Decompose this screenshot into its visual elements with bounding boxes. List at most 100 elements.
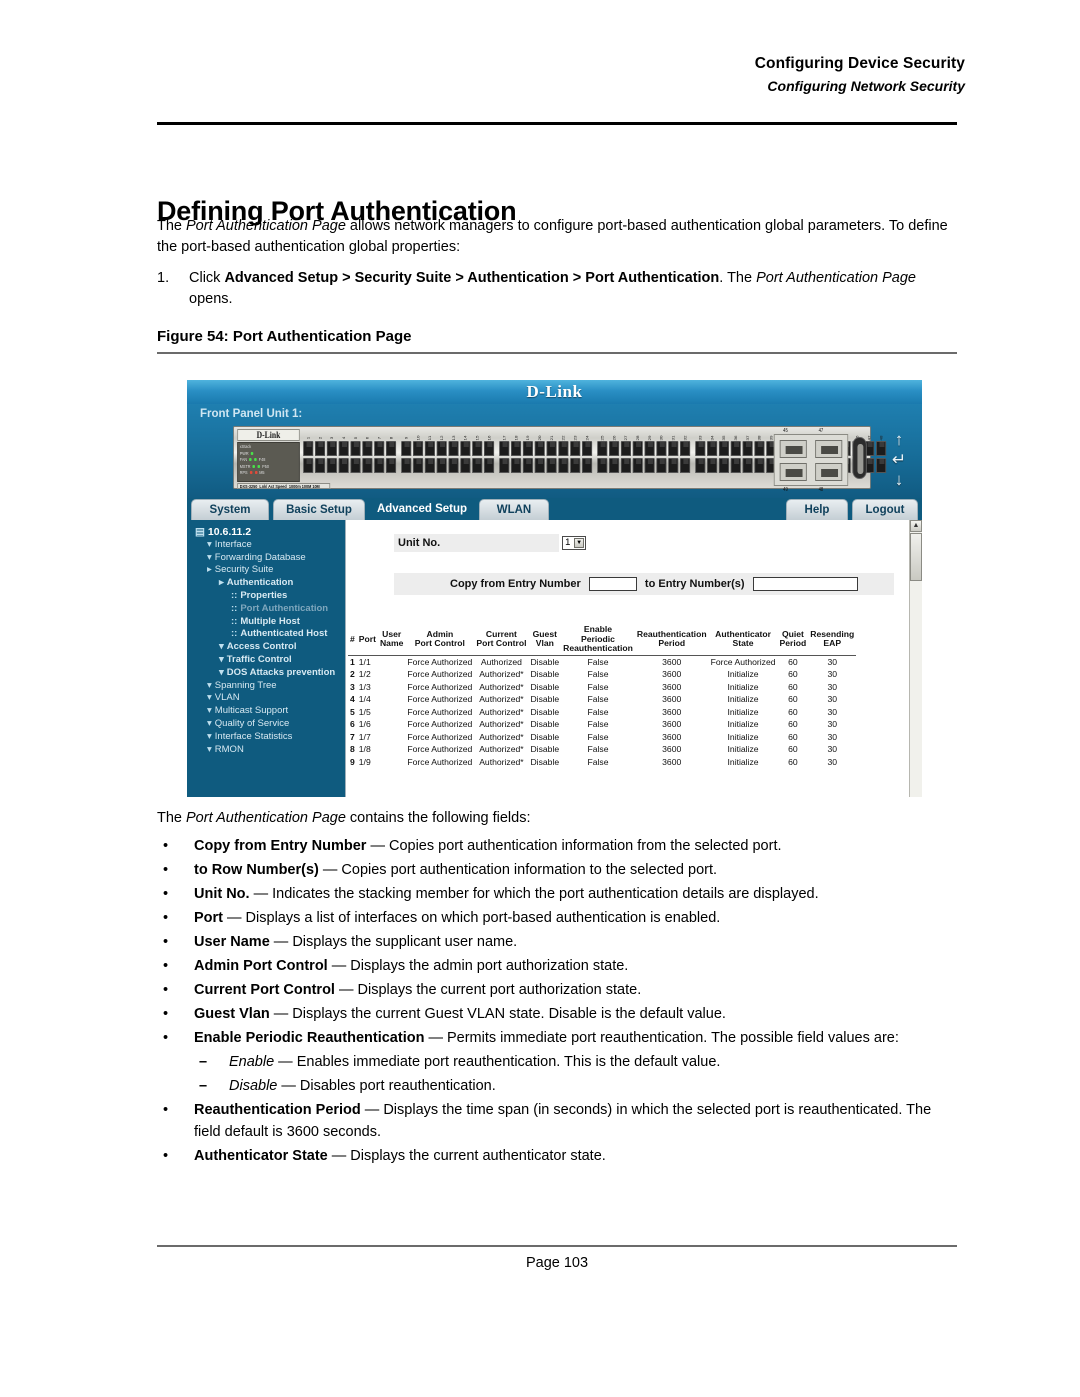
rj45-jack-upper[interactable] bbox=[522, 441, 533, 456]
rj45-port-3[interactable]: 3 bbox=[326, 435, 338, 473]
rj45-jack-upper[interactable] bbox=[707, 441, 718, 456]
tree-item-authenticated-host[interactable]: :: Authenticated Host bbox=[193, 628, 345, 641]
rj45-jack-lower[interactable] bbox=[546, 458, 557, 473]
rj45-jack-upper[interactable] bbox=[620, 441, 631, 456]
navigation-tree[interactable]: ▤ 10.6.11.2 ▾ Interface ▾ Forwarding Database… bbox=[187, 520, 345, 797]
rj45-jack-upper[interactable] bbox=[412, 441, 424, 456]
rj45-jack-lower[interactable] bbox=[581, 458, 593, 473]
rj45-port-2[interactable]: 2 bbox=[314, 435, 326, 473]
rj45-jack-lower[interactable] bbox=[424, 458, 435, 473]
tree-item-spanning-tree[interactable]: ▾ Spanning Tree bbox=[193, 680, 345, 693]
rj45-jack-upper[interactable] bbox=[460, 441, 471, 456]
rj45-port-23[interactable]: 23 bbox=[570, 435, 581, 473]
tree-item-interface-statistics[interactable]: ▾ Interface Statistics bbox=[193, 731, 345, 744]
tab-help[interactable]: Help bbox=[786, 499, 848, 520]
rj45-jack-upper[interactable] bbox=[581, 441, 593, 456]
rj45-port-20[interactable]: 20 bbox=[534, 435, 546, 473]
rj45-jack-upper[interactable] bbox=[472, 441, 483, 456]
rj45-jack-lower[interactable] bbox=[644, 458, 655, 473]
rj45-jack-lower[interactable] bbox=[362, 458, 373, 473]
rj45-jack-upper[interactable] bbox=[668, 441, 679, 456]
rj45-jack-lower[interactable] bbox=[338, 458, 349, 473]
rj45-jack-lower[interactable] bbox=[718, 458, 730, 473]
rj45-jack-upper[interactable] bbox=[597, 441, 608, 456]
tree-item-quality-of-service[interactable]: ▾ Quality of Service bbox=[193, 718, 345, 731]
table-row[interactable]: 5 1/5 Force Authorized Authorized* Disable Fa… bbox=[348, 706, 856, 719]
content-scrollbar[interactable]: ▲ bbox=[909, 520, 922, 797]
rj45-jack-lower[interactable] bbox=[570, 458, 581, 473]
rj45-port-21[interactable]: 21 bbox=[546, 435, 557, 473]
rj45-jack-lower[interactable] bbox=[448, 458, 459, 473]
tab-logout[interactable]: Logout bbox=[852, 499, 918, 520]
rj45-jack-lower[interactable] bbox=[460, 458, 471, 473]
rj45-jack-upper[interactable] bbox=[754, 441, 765, 456]
rj45-port-1[interactable]: 1 bbox=[303, 435, 314, 473]
rj45-jack-upper[interactable] bbox=[695, 441, 706, 456]
rj45-jack-upper[interactable] bbox=[730, 441, 741, 456]
rj45-port-6[interactable]: 6 bbox=[362, 435, 373, 473]
rj45-jack-upper[interactable] bbox=[742, 441, 753, 456]
rj45-jack-lower[interactable] bbox=[401, 458, 412, 473]
rj45-jack-upper[interactable] bbox=[338, 441, 349, 456]
rj45-jack-lower[interactable] bbox=[314, 458, 326, 473]
to-entry-input[interactable] bbox=[752, 577, 858, 591]
rj45-port-17[interactable]: 17 bbox=[499, 435, 510, 473]
sfp-port-48[interactable] bbox=[815, 463, 843, 481]
rj45-jack-upper[interactable] bbox=[876, 441, 887, 456]
rj45-jack-upper[interactable] bbox=[656, 441, 667, 456]
table-row[interactable]: 8 1/8 Force Authorized Authorized* Disable Fa… bbox=[348, 743, 856, 756]
table-row[interactable]: 9 1/9 Force Authorized Authorized* Disable Fa… bbox=[348, 756, 856, 769]
rj45-port-22[interactable]: 22 bbox=[558, 435, 569, 473]
rj45-port-4[interactable]: 4 bbox=[338, 435, 350, 473]
rj45-jack-upper[interactable] bbox=[362, 441, 373, 456]
rj45-port-29[interactable]: 29 bbox=[644, 435, 656, 473]
rj45-jack-upper[interactable] bbox=[718, 441, 730, 456]
rj45-jack-upper[interactable] bbox=[499, 441, 510, 456]
rj45-jack-lower[interactable] bbox=[534, 458, 545, 473]
rj45-port-16[interactable]: 16 bbox=[483, 435, 495, 473]
rj45-jack-upper[interactable] bbox=[534, 441, 545, 456]
rj45-jack-lower[interactable] bbox=[350, 458, 361, 473]
rj45-jack-upper[interactable] bbox=[374, 441, 385, 456]
rj45-port-11[interactable]: 11 bbox=[424, 435, 436, 473]
sfp-port-49[interactable] bbox=[779, 463, 807, 481]
tree-item-multiple-host[interactable]: :: Multiple Host bbox=[193, 616, 345, 629]
rj45-port-38[interactable]: 38 bbox=[754, 435, 765, 473]
rj45-port-31[interactable]: 31 bbox=[668, 435, 679, 473]
chevron-down-icon[interactable]: ▼ bbox=[574, 538, 585, 549]
rj45-jack-upper[interactable] bbox=[546, 441, 557, 456]
panel-control-arrows[interactable]: ↑ ↵ ↓ bbox=[886, 430, 912, 490]
tree-item-vlan[interactable]: ▾ VLAN bbox=[193, 692, 345, 705]
rj45-jack-lower[interactable] bbox=[742, 458, 753, 473]
rj45-port-12[interactable]: 12 bbox=[436, 435, 448, 473]
rj45-port-15[interactable]: 15 bbox=[472, 435, 483, 473]
unit-no-select[interactable]: 1 ▼ bbox=[562, 536, 587, 551]
table-row[interactable]: 7 1/7 Force Authorized Authorized* Disable Fa… bbox=[348, 731, 856, 744]
rj45-jack-lower[interactable] bbox=[668, 458, 679, 473]
rj45-jack-lower[interactable] bbox=[695, 458, 706, 473]
rj45-jack-lower[interactable] bbox=[385, 458, 397, 473]
rj45-port-36[interactable]: 36 bbox=[730, 435, 742, 473]
scrollbar-thumb[interactable] bbox=[910, 533, 922, 581]
rj45-jack-lower[interactable] bbox=[730, 458, 741, 473]
rj45-jack-upper[interactable] bbox=[314, 441, 326, 456]
rj45-port-30[interactable]: 30 bbox=[656, 435, 667, 473]
down-arrow-icon[interactable]: ↓ bbox=[886, 470, 912, 490]
rj45-jack-lower[interactable] bbox=[609, 458, 620, 473]
rj45-jack-upper[interactable] bbox=[680, 441, 691, 456]
tree-item-rmon[interactable]: ▾ RMON bbox=[193, 744, 345, 757]
rj45-port-5[interactable]: 5 bbox=[350, 435, 361, 473]
copy-from-input[interactable] bbox=[588, 577, 637, 591]
rj45-jack-upper[interactable] bbox=[436, 441, 447, 456]
tab-advanced-setup[interactable]: Advanced Setup bbox=[369, 499, 475, 520]
rj45-jack-upper[interactable] bbox=[424, 441, 435, 456]
tree-item-forwarding-database[interactable]: ▾ Forwarding Database bbox=[193, 552, 345, 565]
rj45-jack-upper[interactable] bbox=[303, 441, 314, 456]
rj45-jack-lower[interactable] bbox=[754, 458, 765, 473]
rj45-port-8[interactable]: 8 bbox=[385, 435, 397, 473]
rj45-port-26[interactable]: 26 bbox=[609, 435, 620, 473]
tree-item-security-suite[interactable]: ▸ Security Suite bbox=[193, 564, 345, 577]
rj45-port-37[interactable]: 37 bbox=[742, 435, 754, 473]
rj45-jack-lower[interactable] bbox=[597, 458, 608, 473]
tree-item-multicast-support[interactable]: ▾ Multicast Support bbox=[193, 705, 345, 718]
